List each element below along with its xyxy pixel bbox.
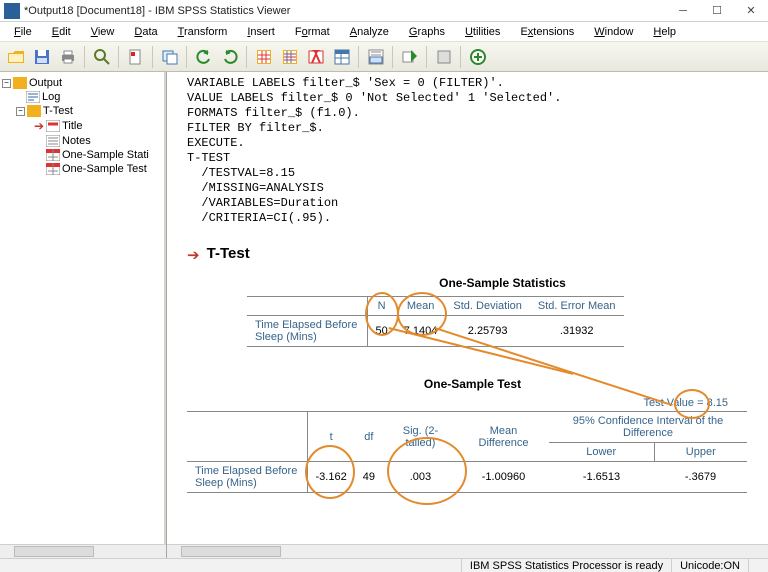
app-icon bbox=[4, 3, 20, 19]
close-button[interactable]: ✕ bbox=[734, 0, 768, 22]
menu-analyze[interactable]: Analyze bbox=[340, 24, 399, 40]
col-sd: Std. Deviation bbox=[445, 297, 529, 316]
table-icon bbox=[46, 163, 60, 175]
tree-stats[interactable]: One-Sample Stati bbox=[2, 148, 162, 162]
cell-sd: 2.25793 bbox=[445, 316, 529, 347]
col-md: Mean Difference bbox=[458, 412, 549, 462]
create-graph-button[interactable] bbox=[466, 45, 490, 69]
cell-n: 50 bbox=[367, 316, 396, 347]
col-df: df bbox=[355, 412, 383, 462]
minimize-button[interactable]: ─ bbox=[666, 0, 700, 22]
cell-lower: -1.6513 bbox=[549, 462, 654, 493]
folder-icon bbox=[13, 77, 27, 89]
export-button[interactable] bbox=[124, 45, 148, 69]
designate-window-button[interactable] bbox=[432, 45, 456, 69]
undo-button[interactable] bbox=[192, 45, 216, 69]
cell-se: .31932 bbox=[530, 316, 624, 347]
menu-extensions[interactable]: Extensions bbox=[510, 24, 584, 40]
log-icon bbox=[26, 91, 40, 103]
test-caption: One-Sample Test bbox=[187, 377, 758, 391]
cell-sig: .003 bbox=[383, 462, 458, 493]
tree-notes[interactable]: Notes bbox=[2, 134, 162, 148]
menubar: File Edit View Data Transform Insert For… bbox=[0, 22, 768, 42]
test-table: t df Sig. (2-tailed) Mean Difference 95%… bbox=[187, 411, 747, 493]
menu-edit[interactable]: Edit bbox=[42, 24, 81, 40]
menu-utilities[interactable]: Utilities bbox=[455, 24, 510, 40]
redo-button[interactable] bbox=[218, 45, 242, 69]
col-t: t bbox=[307, 412, 355, 462]
recall-dialog-button[interactable] bbox=[158, 45, 182, 69]
menu-format[interactable]: Format bbox=[285, 24, 340, 40]
menu-transform[interactable]: Transform bbox=[168, 24, 238, 40]
tree-output[interactable]: − Output bbox=[2, 76, 162, 90]
run-button[interactable] bbox=[398, 45, 422, 69]
title-icon bbox=[46, 120, 60, 132]
menu-file[interactable]: File bbox=[4, 24, 42, 40]
open-button[interactable] bbox=[4, 45, 28, 69]
variables-button[interactable] bbox=[330, 45, 354, 69]
tree-test[interactable]: One-Sample Test bbox=[2, 162, 162, 176]
menu-view[interactable]: View bbox=[81, 24, 125, 40]
col-n: N bbox=[367, 297, 396, 316]
tree-log[interactable]: Log bbox=[2, 90, 162, 104]
notes-icon bbox=[46, 135, 60, 147]
select-last-button[interactable] bbox=[364, 45, 388, 69]
print-button[interactable] bbox=[56, 45, 80, 69]
cell-df: 49 bbox=[355, 462, 383, 493]
col-lower: Lower bbox=[549, 443, 654, 462]
scrollbar-horizontal[interactable] bbox=[0, 544, 166, 558]
col-se: Std. Error Mean bbox=[530, 297, 624, 316]
goto-case-button[interactable] bbox=[278, 45, 302, 69]
stats-caption: One-Sample Statistics bbox=[247, 276, 758, 290]
status-unicode: Unicode:ON bbox=[671, 559, 748, 572]
stats-table: N Mean Std. Deviation Std. Error Mean Ti… bbox=[247, 296, 624, 347]
section-title: T-Test bbox=[207, 245, 250, 262]
outline-pane[interactable]: − Output Log − T-Test ➔ Title Notes bbox=[0, 72, 166, 558]
cell-mean: 7.1404 bbox=[396, 316, 446, 347]
row-label: Time Elapsed Before Sleep (Mins) bbox=[247, 316, 367, 347]
syntax-block: VARIABLE LABELS filter_$ 'Sex = 0 (FILTE… bbox=[187, 76, 758, 226]
menu-window[interactable]: Window bbox=[584, 24, 643, 40]
cell-upper: -.3679 bbox=[654, 462, 747, 493]
content-pane[interactable]: VARIABLE LABELS filter_$ 'Sex = 0 (FILTE… bbox=[166, 72, 768, 558]
menu-graphs[interactable]: Graphs bbox=[399, 24, 455, 40]
col-ci: 95% Confidence Interval of the Differenc… bbox=[549, 412, 747, 443]
toolbar bbox=[0, 42, 768, 72]
titlebar: *Output18 [Document18] - IBM SPSS Statis… bbox=[0, 0, 768, 22]
cell-md: -1.00960 bbox=[458, 462, 549, 493]
status-ready: IBM SPSS Statistics Processor is ready bbox=[461, 559, 671, 572]
test-value: Test Value = 8.15 bbox=[644, 397, 729, 409]
tree-title[interactable]: ➔ Title bbox=[2, 118, 162, 134]
save-button[interactable] bbox=[30, 45, 54, 69]
statusbar: IBM SPSS Statistics Processor is ready U… bbox=[0, 558, 768, 572]
maximize-button[interactable]: ☐ bbox=[700, 0, 734, 22]
menu-help[interactable]: Help bbox=[643, 24, 686, 40]
resize-grip[interactable] bbox=[748, 559, 768, 572]
cell-t: -3.162 bbox=[307, 462, 355, 493]
arrow-icon: ➔ bbox=[187, 247, 200, 264]
table-icon bbox=[46, 149, 60, 161]
menu-insert[interactable]: Insert bbox=[237, 24, 285, 40]
folder-icon bbox=[27, 105, 41, 117]
row-label: Time Elapsed Before Sleep (Mins) bbox=[187, 462, 307, 493]
col-mean: Mean bbox=[396, 297, 446, 316]
tree-ttest[interactable]: − T-Test bbox=[2, 104, 162, 118]
window-title: *Output18 [Document18] - IBM SPSS Statis… bbox=[24, 5, 666, 17]
menu-data[interactable]: Data bbox=[124, 24, 167, 40]
goto-variable-button[interactable] bbox=[304, 45, 328, 69]
arrow-icon: ➔ bbox=[34, 119, 44, 133]
goto-data-button[interactable] bbox=[252, 45, 276, 69]
col-upper: Upper bbox=[654, 443, 747, 462]
print-preview-button[interactable] bbox=[90, 45, 114, 69]
scrollbar-horizontal[interactable] bbox=[167, 544, 768, 558]
col-sig: Sig. (2-tailed) bbox=[383, 412, 458, 462]
